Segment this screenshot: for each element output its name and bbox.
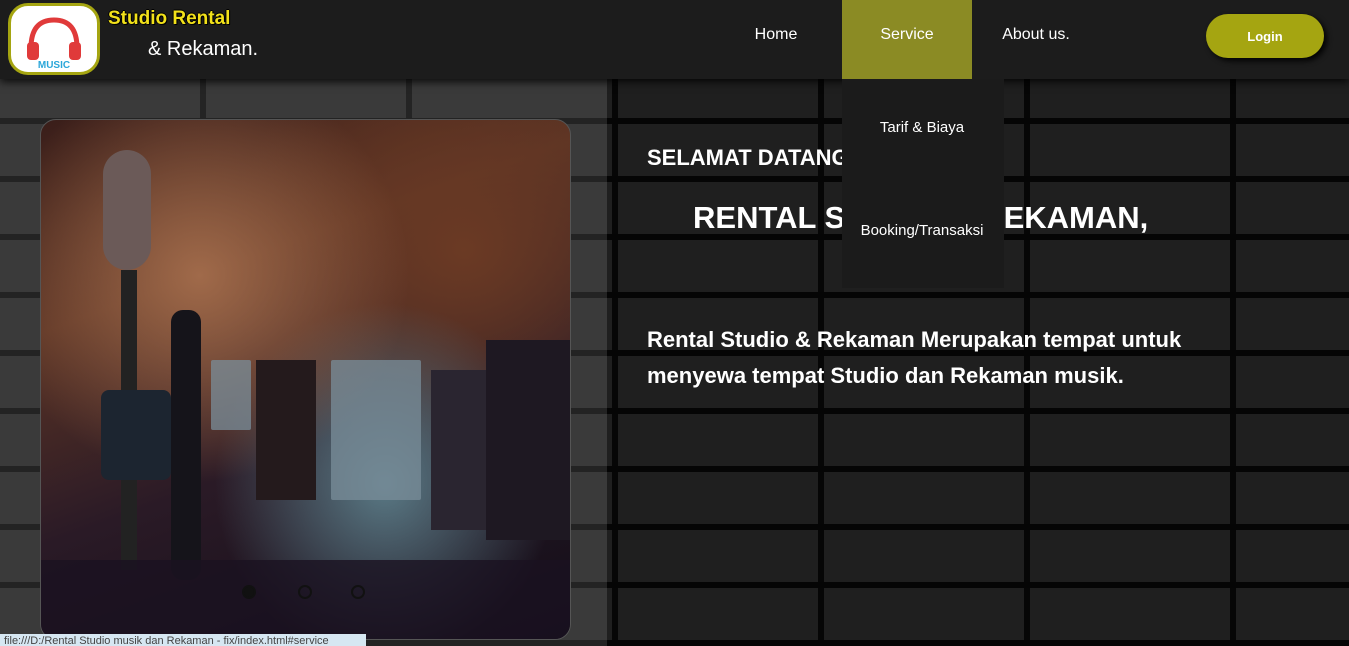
nav-home[interactable]: Home xyxy=(740,0,812,79)
logo[interactable]: MUSIC xyxy=(8,3,100,75)
studio-photo xyxy=(40,119,571,640)
login-button[interactable]: Login xyxy=(1206,14,1324,58)
status-bar-url: file:///D:/Rental Studio musik dan Rekam… xyxy=(0,634,366,646)
brand-title: Studio Rental xyxy=(108,8,231,29)
svg-text:MUSIC: MUSIC xyxy=(38,60,70,70)
service-dropdown: Tarif & Biaya Booking/Transaksi xyxy=(842,79,1004,288)
nav-about[interactable]: About us. xyxy=(990,0,1082,79)
welcome-text: SELAMAT DATANG xyxy=(647,145,849,170)
brand-subtitle: & Rekaman. xyxy=(148,38,259,60)
headphones-icon: MUSIC xyxy=(27,17,81,70)
dropdown-item-tarif[interactable]: Tarif & Biaya xyxy=(841,119,1003,136)
nav-service[interactable]: Service xyxy=(842,0,972,79)
carousel-dot-2[interactable] xyxy=(298,585,312,599)
dropdown-item-booking[interactable]: Booking/Transaksi xyxy=(832,222,1012,239)
hero-description: Rental Studio & Rekaman Merupakan tempat… xyxy=(647,327,1182,388)
navbar: MUSIC Studio Rental & Rekaman. Home Serv… xyxy=(0,0,1349,79)
carousel-dot-3[interactable] xyxy=(351,585,365,599)
carousel-dot-1[interactable] xyxy=(242,585,256,599)
